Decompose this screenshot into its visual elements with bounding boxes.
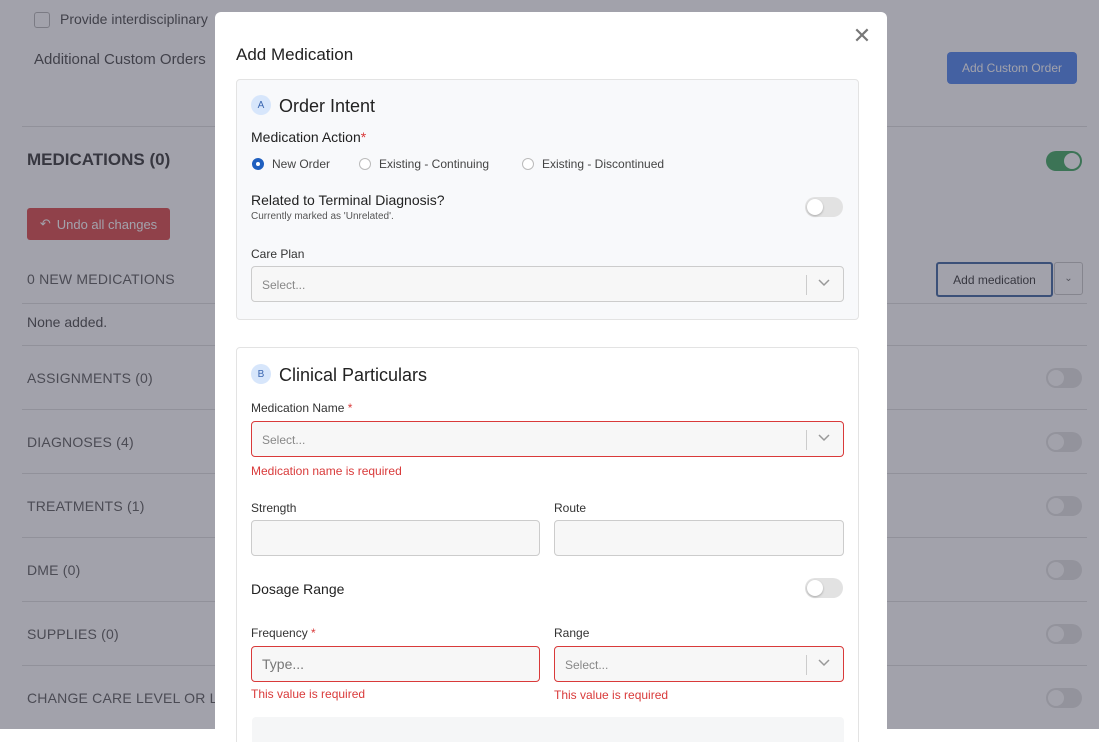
radio-label: Existing - Discontinued: [542, 157, 665, 171]
medication-name-error: Medication name is required: [251, 464, 402, 478]
required-mark: *: [311, 626, 316, 640]
radio-label: Existing - Continuing: [379, 157, 490, 171]
medication-action-label: Medication Action*: [251, 129, 366, 145]
dosage-range-label: Dosage Range: [251, 581, 345, 597]
order-intent-title: Order Intent: [279, 96, 376, 116]
route-label: Route: [554, 501, 587, 515]
medication-name-text: Medication Name: [251, 401, 345, 415]
clinical-particulars-title: Clinical Particulars: [279, 365, 428, 385]
chevron-down-icon: [818, 279, 830, 287]
select-separator: [806, 430, 807, 450]
route-input[interactable]: [554, 520, 844, 556]
care-plan-select[interactable]: Select...: [251, 266, 844, 302]
radio-label: New Order: [272, 157, 331, 171]
select-separator: [806, 655, 807, 675]
medication-name-placeholder: Select...: [262, 433, 306, 447]
range-placeholder: Select...: [565, 658, 609, 672]
medication-action-text: Medication Action: [251, 129, 361, 145]
radio-unselected-icon: [359, 158, 371, 170]
section-a-badge: A: [251, 95, 271, 115]
range-select[interactable]: Select...: [554, 646, 844, 682]
chevron-down-icon: [818, 434, 830, 442]
care-plan-placeholder: Select...: [262, 278, 306, 292]
strength-label: Strength: [251, 501, 297, 515]
range-error: This value is required: [554, 688, 669, 702]
chevron-down-icon: [818, 659, 830, 667]
care-plan-label: Care Plan: [251, 247, 305, 261]
required-mark: *: [360, 129, 367, 145]
terminal-diagnosis-label: Related to Terminal Diagnosis?: [251, 192, 445, 208]
section-b-badge: B: [251, 364, 271, 384]
close-icon[interactable]: ✕: [852, 25, 872, 47]
frequency-text: Frequency: [251, 626, 308, 640]
medication-name-select[interactable]: Select...: [251, 421, 844, 457]
radio-unselected-icon: [522, 158, 534, 170]
terminal-diagnosis-hint: Currently marked as 'Unrelated'.: [251, 211, 394, 222]
order-intent-section: A Order Intent Medication Action* New Or…: [236, 79, 859, 320]
radio-new-order[interactable]: New Order: [252, 157, 330, 171]
clinical-particulars-section: B Clinical Particulars Medication Name *…: [236, 347, 859, 742]
medication-name-label: Medication Name *: [251, 401, 352, 415]
next-field-partial: [252, 717, 844, 742]
modal-title: Add Medication: [236, 45, 354, 64]
frequency-error: This value is required: [251, 687, 366, 701]
required-mark: *: [347, 401, 353, 415]
strength-input[interactable]: [251, 520, 540, 556]
radio-existing-discontinued[interactable]: Existing - Discontinued: [522, 157, 664, 171]
add-medication-modal: Add Medication ✕ A Order Intent Medicati…: [215, 12, 887, 742]
range-label: Range: [554, 626, 590, 640]
terminal-diagnosis-toggle[interactable]: [805, 197, 843, 217]
select-separator: [806, 275, 807, 295]
frequency-label: Frequency *: [251, 626, 316, 640]
radio-existing-continuing[interactable]: Existing - Continuing: [359, 157, 489, 171]
frequency-input[interactable]: [251, 646, 540, 682]
radio-selected-icon: [252, 158, 264, 170]
dosage-range-toggle[interactable]: [805, 578, 843, 598]
